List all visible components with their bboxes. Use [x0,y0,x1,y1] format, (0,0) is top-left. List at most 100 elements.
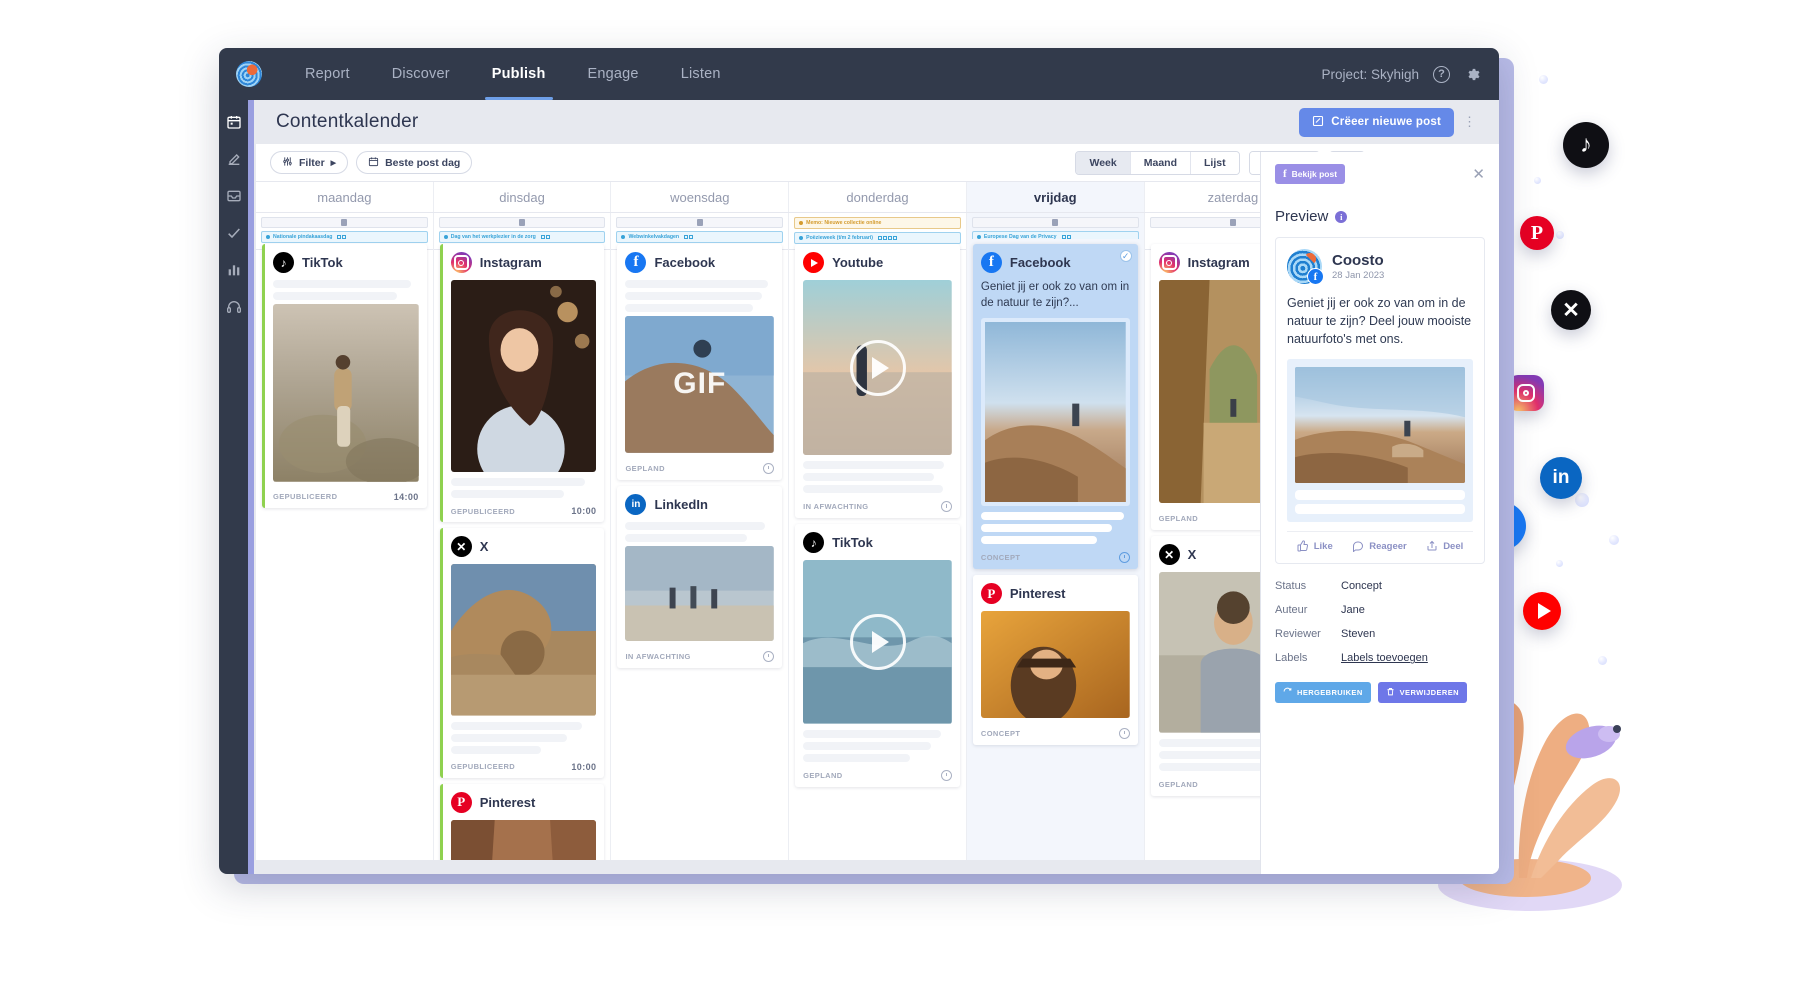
weekday-woensdag[interactable]: woensdag [611,182,790,212]
woman-portrait-photo [450,280,597,473]
view-toggle-month[interactable]: Maand [1130,151,1191,174]
post-card[interactable]: Youtube IN AFWACHTING [795,244,960,519]
post-platform-label: Facebook [654,255,716,270]
post-card[interactable]: in LinkedIn IN AFWACHTING [617,485,783,668]
note-placeholder[interactable] [616,217,784,228]
post-time: 14:00 [393,491,419,502]
add-labels-link[interactable]: Labels toevoegen [1341,652,1428,664]
share-icon [1427,541,1437,551]
comment-button[interactable]: Reageer [1352,540,1407,553]
sidebar-item-support[interactable] [226,299,242,315]
nav-items: Report Discover Publish Engage Listen [284,48,742,100]
sidebar-item-approvals[interactable] [226,225,242,241]
day-column-donderdag: Youtube IN AFWACHTING ♪ TikTok GEPLAND [789,239,967,860]
filter-button[interactable]: Filter ▶ [270,151,349,174]
play-icon[interactable] [849,614,906,671]
coosto-logo-icon[interactable] [236,61,262,87]
post-platform-label: TikTok [302,255,343,270]
youtube-icon [803,252,825,273]
view-post-badge[interactable]: f Bekijk post [1275,164,1346,184]
page-header-actions: Crëeer nieuwe post ⋮ [1299,107,1477,137]
decor-bubble [1539,75,1548,84]
delete-button[interactable]: VERWIJDEREN [1377,682,1467,704]
page-title: Contentkalender [276,111,419,132]
meta-label: Auteur [1275,604,1308,617]
nav-item-listen[interactable]: Listen [660,48,742,100]
post-platform-label: Facebook [1009,255,1071,270]
nav-item-publish[interactable]: Publish [471,48,567,100]
decor-bubble [1534,177,1541,184]
best-post-day-button[interactable]: Beste post dag [356,151,473,174]
post-time: 10:00 [571,506,597,517]
post-card[interactable]: ♪ TikTok GEPUBLICEERD 14:00 [262,244,427,508]
sidebar-item-analytics[interactable] [226,262,242,278]
nav-item-discover[interactable]: Discover [371,48,471,100]
meta-row-reviewer: Reviewer Steven [1275,628,1485,640]
post-card[interactable]: P Pinterest [972,575,1138,746]
post-media [980,318,1130,507]
canyon-cliff-photo [1295,367,1465,484]
event-chip-memo[interactable]: Memo: Nieuwe collectie online [794,217,961,229]
refresh-icon [1283,687,1292,698]
nav-item-report[interactable]: Report [284,48,371,100]
post-card[interactable]: ✕ X [439,528,605,778]
post-card[interactable]: P Pinterest [439,783,605,860]
weekday-donderdag[interactable]: donderdag [789,182,967,212]
like-button[interactable]: Like [1297,540,1333,552]
gear-icon[interactable] [1464,66,1481,83]
post-card-footer: IN AFWACHTING [625,647,775,668]
chip-dot-icon [799,221,804,225]
desert-arch-photo [450,564,597,716]
note-placeholder[interactable] [438,217,606,228]
post-media [980,611,1130,719]
note-placeholder[interactable] [971,217,1139,228]
kebab-menu-icon[interactable]: ⋮ [1463,115,1477,128]
create-post-button[interactable]: Crëeer nieuwe post [1299,107,1454,137]
woman-sunset-photo [980,611,1130,719]
canyon-cliff-photo [984,322,1126,503]
post-media [450,564,597,716]
share-label: Deel [1443,540,1464,552]
reuse-button[interactable]: HERGEBRUIKEN [1275,682,1371,704]
nav-item-engage[interactable]: Engage [567,48,660,100]
meta-label: Reviewer [1275,628,1321,641]
post-card-header: ✕ X [450,536,597,558]
play-icon[interactable] [849,339,906,396]
close-icon[interactable]: ✕ [1472,167,1485,182]
beach-walkers-photo [625,545,775,641]
share-button[interactable]: Deel [1426,540,1463,552]
day-column-woensdag: f Facebook GIF GEPLAND in LinkedIn IN AF… [611,239,790,860]
coosto-avatar-icon [1287,249,1324,285]
author-value: Jane [1341,604,1365,617]
weekday-vrijdag[interactable]: vrijdag [966,182,1145,212]
clock-icon [763,650,775,662]
post-media: GIF [625,316,775,453]
note-placeholder[interactable] [261,217,428,228]
weekday-maandag[interactable]: maandag [256,182,434,212]
post-status: CONCEPT [980,729,1021,739]
view-toggle-week[interactable]: Week [1076,151,1131,174]
check-icon: ✓ [1119,250,1132,262]
post-status: GEPLAND [625,463,665,473]
post-card-footer: CONCEPT [981,548,1130,569]
sidebar-item-calendar[interactable] [226,114,242,130]
post-card-selected[interactable]: ✓ f Facebook Geniet jij er ook zo van om… [972,244,1138,570]
instagram-icon [450,252,472,273]
decor-bubble [1575,493,1589,507]
help-icon[interactable]: ? [1433,65,1450,83]
post-card[interactable]: Instagram GEPUBLICEERD 10:00 [439,244,605,523]
weekday-dinsdag[interactable]: dinsdag [434,182,612,212]
post-card[interactable]: f Facebook GIF GEPLAND [617,244,783,480]
pinterest-icon: P [1520,216,1554,250]
preview-media-wrap [1287,359,1473,523]
post-card[interactable]: ♪ TikTok GEPLAND [795,524,960,788]
info-icon[interactable]: i [1335,210,1348,223]
sidebar-item-inbox[interactable] [226,188,242,204]
post-platform-label: LinkedIn [654,496,708,512]
preview-author-row: Coosto 28 Jan 2023 [1287,249,1473,285]
view-toggle-list[interactable]: Lijst [1191,151,1239,174]
preview-post-text: Geniet jij er ook zo van om in de natuur… [1287,296,1472,346]
sidebar-item-compose[interactable] [226,151,242,167]
x-icon: ✕ [1551,290,1591,330]
man-in-field-photo [273,304,419,482]
